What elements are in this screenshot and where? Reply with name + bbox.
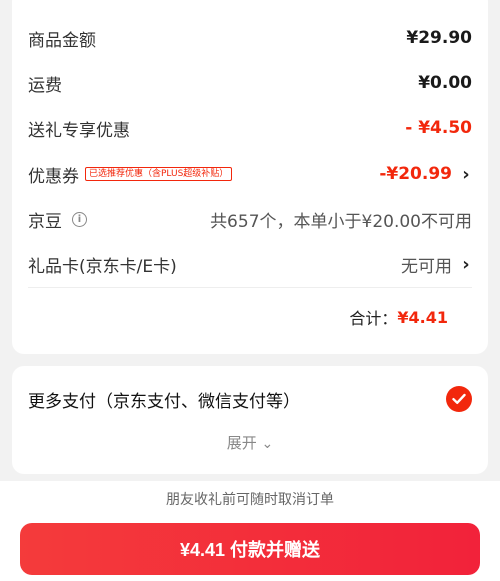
shipping-value: ¥0.00 [418,73,472,93]
payment-option[interactable]: 更多支付（京东支付、微信支付等） [28,384,472,414]
expand-toggle[interactable]: 展开 ⌄ [12,432,488,453]
coupon-label: 优惠券 [28,166,79,187]
jingdou-value: 共657个，本单小于¥20.00不可用 [210,211,472,232]
check-icon[interactable] [446,386,472,412]
expand-label: 展开 [226,434,257,452]
price-card: 商品金额 ¥29.90 运费 ¥0.00 送礼专享优惠 - ¥4.50 优惠券 … [12,0,488,354]
gift-discount-row: 送礼专享优惠 - ¥4.50 [28,113,472,143]
coupon-value: -¥20.99 [379,164,452,184]
payment-label: 更多支付（京东支付、微信支付等） [28,391,300,412]
jingdou-label: 京豆 [28,211,62,232]
total-value: ¥4.41 [397,307,448,327]
jingdou-label-group: 京豆 i [28,207,87,232]
coupon-value-group: -¥20.99 › [379,164,472,185]
chevron-down-icon: ⌄ [261,436,274,452]
chevron-right-icon[interactable]: › [460,254,472,275]
coupon-tag: 已选推荐优惠（含PLUS超级补贴） [85,167,233,181]
gift-card-label: 礼品卡(京东卡/E卡) [28,256,177,277]
total-label: 合计： [349,309,398,328]
bottom-bar: ¥4.41 付款并赠送 [0,519,500,581]
jingdou-row: 京豆 i 共657个，本单小于¥20.00不可用 [28,204,472,234]
total-row: 合计： ¥4.41 [28,302,472,332]
gift-card-value: 无可用 [401,256,452,277]
chevron-right-icon[interactable]: › [460,164,472,185]
goods-amount-row: 商品金额 ¥29.90 [28,23,472,53]
cancel-notice: 朋友收礼前可随时取消订单 [0,481,500,519]
info-icon[interactable]: i [72,211,87,227]
goods-amount-label: 商品金额 [28,30,96,51]
gift-card-row[interactable]: 礼品卡(京东卡/E卡) 无可用 › [28,249,472,279]
shipping-label: 运费 [28,75,62,96]
gift-discount-value: - ¥4.50 [405,118,472,138]
gift-card-value-group: 无可用 › [401,252,472,277]
coupon-label-group: 优惠券 已选推荐优惠（含PLUS超级补贴） [28,162,233,187]
coupon-row[interactable]: 优惠券 已选推荐优惠（含PLUS超级补贴） -¥20.99 › [28,159,472,189]
pay-and-gift-button[interactable]: ¥4.41 付款并赠送 [20,523,480,575]
payment-card: 更多支付（京东支付、微信支付等） 展开 ⌄ [12,366,488,474]
divider [28,287,472,288]
goods-amount-value: ¥29.90 [406,28,472,48]
shipping-row: 运费 ¥0.00 [28,68,472,98]
gift-discount-label: 送礼专享优惠 [28,120,130,141]
